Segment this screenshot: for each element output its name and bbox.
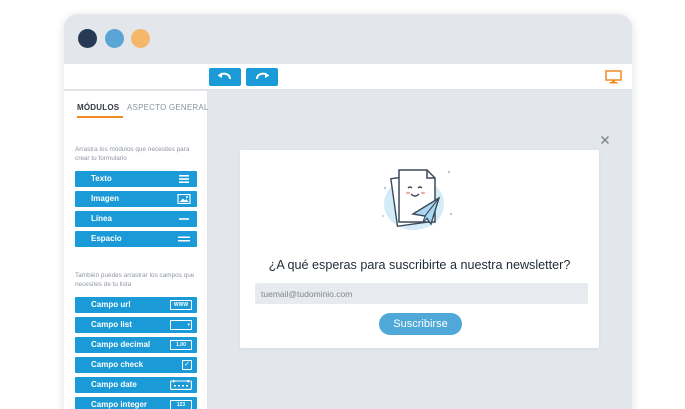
module-label: Imagen [91, 194, 120, 203]
field-campo-check[interactable]: Campo check ✓ [75, 357, 197, 373]
module-label: Línea [91, 214, 112, 223]
field-label: Campo url [91, 300, 131, 309]
text-lines-icon [179, 175, 189, 183]
module-label: Espacio [91, 234, 122, 243]
image-icon [177, 194, 191, 204]
redo-button[interactable] [246, 68, 278, 86]
field-label: Campo date [91, 380, 137, 389]
form-headline: ¿A qué esperas para suscribirte a nuestr… [268, 258, 571, 272]
field-label: Campo decimal [91, 340, 151, 349]
url-field-icon: WWW [170, 300, 192, 310]
field-label: Campo integer [91, 400, 148, 409]
line-icon [179, 218, 189, 220]
tab-modulos[interactable]: MÓDULOS [77, 103, 123, 118]
monitor-icon[interactable] [605, 70, 622, 84]
integer-field-icon: 123 [170, 400, 192, 409]
window-dot-blue[interactable] [105, 29, 124, 48]
undo-button[interactable] [209, 68, 241, 86]
field-campo-url[interactable]: Campo url WWW [75, 297, 197, 313]
field-campo-decimal[interactable]: Campo decimal 1.00 [75, 337, 197, 353]
newsletter-paper-plane-illustration [382, 169, 453, 230]
email-input[interactable]: tuemail@tudominio.com [255, 283, 588, 304]
module-espacio[interactable]: Espacio [75, 231, 197, 247]
module-imagen[interactable]: Imagen [75, 191, 197, 207]
editor-toolbar [64, 64, 632, 90]
window-titlebar [64, 14, 632, 64]
window-dot-dark[interactable] [78, 29, 97, 48]
decimal-field-icon: 1.00 [170, 340, 192, 350]
checkbox-field-icon: ✓ [182, 360, 192, 370]
subscribe-button[interactable]: Suscribirse [379, 313, 462, 335]
field-campo-list[interactable]: Campo list ▾ [75, 317, 197, 333]
sidebar-tabs: MÓDULOS ASPECTO GENERAL [74, 103, 208, 121]
dropdown-field-icon: ▾ [170, 320, 192, 330]
date-field-icon [170, 380, 192, 390]
close-icon[interactable] [600, 135, 610, 145]
newsletter-form-card: ¿A qué esperas para suscribirte a nuestr… [240, 150, 599, 348]
tab-aspecto-general[interactable]: ASPECTO GENERAL [127, 103, 209, 116]
spacer-icon [178, 236, 190, 242]
modules-hint: Arrastra los módulos que necesites para … [75, 146, 190, 162]
app-window: MÓDULOS ASPECTO GENERAL Arrastra los mód… [64, 14, 632, 409]
module-label: Texto [91, 174, 112, 183]
field-label: Campo check [91, 360, 144, 369]
undo-arrow-icon [217, 72, 231, 80]
module-linea[interactable]: Línea [75, 211, 197, 227]
modules-sidebar: MÓDULOS ASPECTO GENERAL Arrastra los mód… [64, 91, 208, 409]
redo-arrow-icon [256, 72, 270, 80]
module-texto[interactable]: Texto [75, 171, 197, 187]
window-dot-orange[interactable] [131, 29, 150, 48]
field-label: Campo list [91, 320, 132, 329]
fields-hint: También puedes arrastrar los campos que … [75, 272, 195, 288]
field-campo-integer[interactable]: Campo integer 123 [75, 397, 197, 409]
field-campo-date[interactable]: Campo date [75, 377, 197, 393]
